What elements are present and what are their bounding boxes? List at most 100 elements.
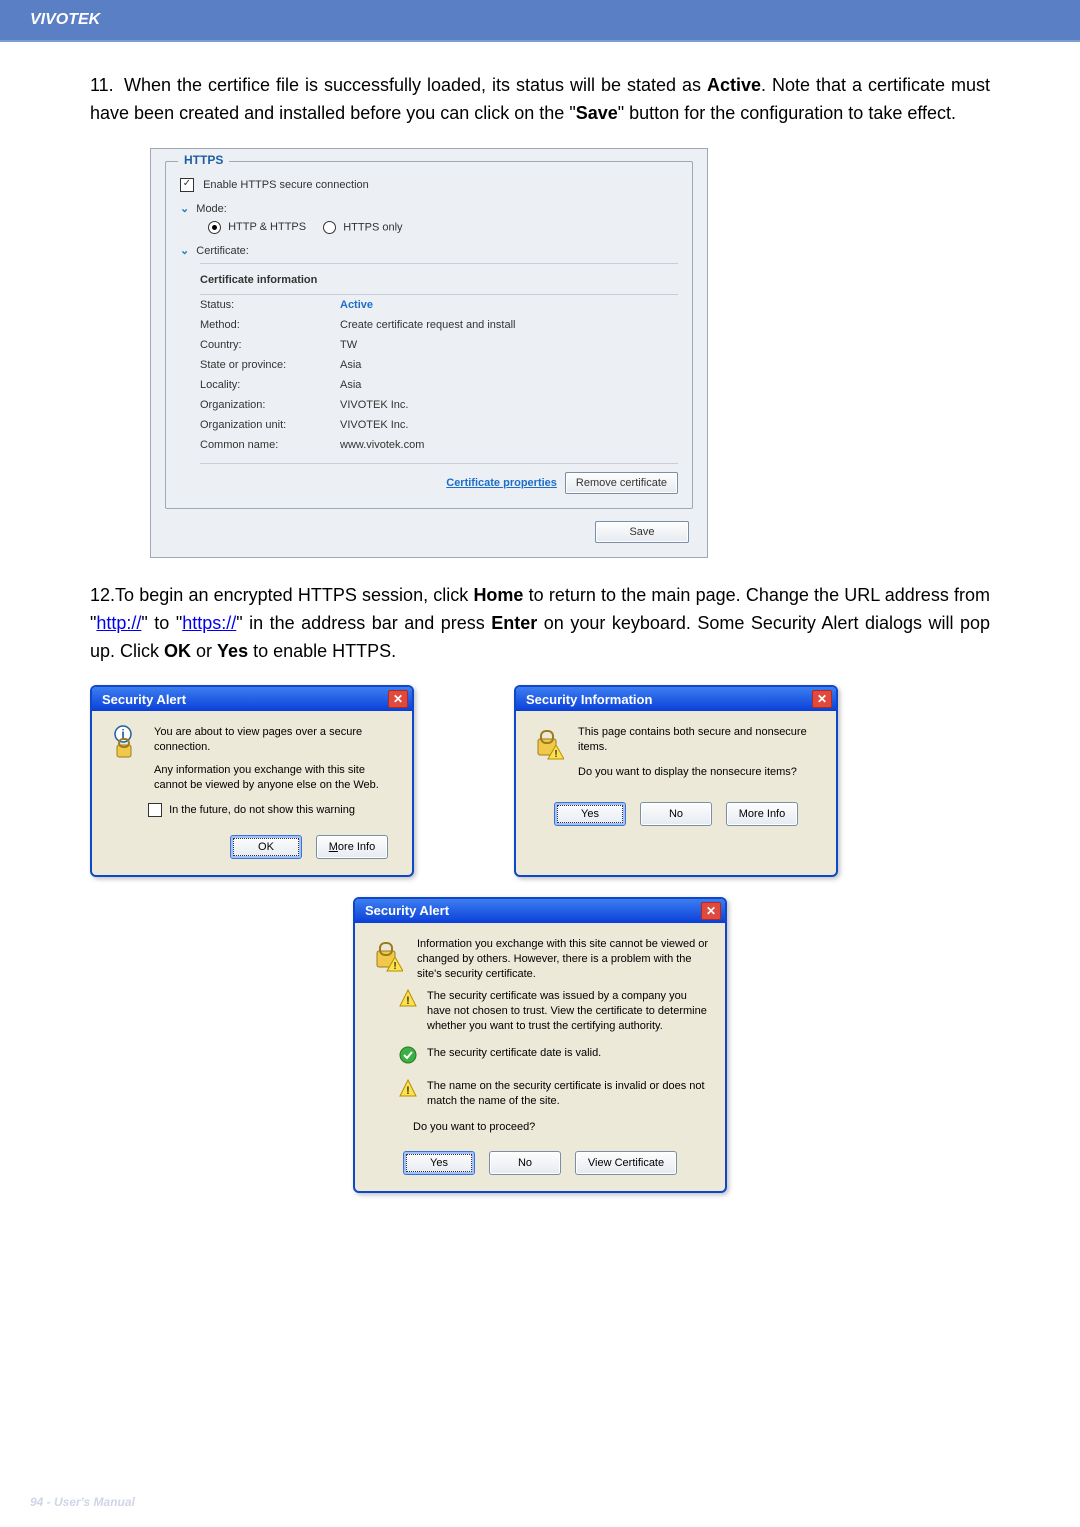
cert-info-row: Organization:VIVOTEK Inc. (200, 395, 678, 415)
more-info-button[interactable]: More Info (726, 802, 798, 826)
dialog-titlebar: Security Alert ✕ (92, 687, 412, 711)
certificate-label: Certificate: (196, 245, 249, 257)
svg-text:!: ! (406, 995, 410, 1007)
lock-warning-icon: ! (532, 725, 566, 780)
check-ok-icon (399, 1046, 417, 1067)
dialog-titlebar: Security Information ✕ (516, 687, 836, 711)
cert-issue-row: ! The security certificate was issued by… (399, 989, 709, 1034)
no-button[interactable]: No (640, 802, 712, 826)
cert-row-value: Asia (340, 379, 678, 391)
enable-label: Enable HTTPS secure connection (203, 179, 369, 191)
dialog-title: Security Alert (365, 903, 449, 918)
mode-opt1-label: HTTP & HTTPS (228, 221, 306, 233)
step-12-text: 12.To begin an encrypted HTTPS session, … (90, 582, 990, 666)
brand-text: VIVOTEK (30, 11, 100, 29)
page-content: 11.When the certifice file is successful… (0, 42, 1080, 1223)
cert-row-label: Locality: (200, 379, 340, 391)
remove-certificate-button[interactable]: Remove certificate (565, 472, 678, 494)
dialog-buttons: Yes No View Certificate (371, 1143, 709, 1177)
dont-show-checkbox[interactable] (148, 803, 162, 817)
cert-actions-row: Certificate properties Remove certificat… (200, 463, 678, 494)
cert-info-row: Method:Create certificate request and in… (200, 315, 678, 335)
cert-row-value: VIVOTEK Inc. (340, 399, 678, 411)
page-footer: 94 - User's Manual (30, 1495, 135, 1509)
cert-info-row: Common name:www.vivotek.com (200, 435, 678, 455)
cert-row-label: State or province: (200, 359, 340, 371)
dialog-checkbox-row: In the future, do not show this warning (148, 803, 396, 817)
security-alert-dialog-2: Security Alert ✕ ! Information you excha… (353, 897, 727, 1193)
cert-row-label: Common name: (200, 439, 340, 451)
cert-row-label: Status: (200, 299, 340, 311)
ok-button[interactable]: OK (230, 835, 302, 859)
cert-info-row: State or province:Asia (200, 355, 678, 375)
step-number: 12. (90, 585, 115, 605)
warning-icon: ! (399, 989, 417, 1034)
https-panel-screenshot: HTTPS ✓ Enable HTTPS secure connection ⌄… (150, 148, 708, 558)
yes-button[interactable]: Yes (554, 802, 626, 826)
close-icon[interactable]: ✕ (388, 690, 408, 708)
dialog-title: Security Alert (102, 692, 186, 707)
security-information-dialog: Security Information ✕ ! This page conta… (514, 685, 838, 876)
dialog-titlebar: Security Alert ✕ (355, 899, 725, 923)
step-11-text: 11.When the certifice file is successful… (90, 72, 990, 128)
proceed-text: Do you want to proceed? (413, 1121, 709, 1133)
cert-row-value: Create certificate request and install (340, 319, 678, 331)
brand-header: VIVOTEK (0, 0, 1080, 40)
mode-options: HTTP & HTTPS HTTPS only (208, 221, 678, 234)
https-fieldset: HTTPS ✓ Enable HTTPS secure connection ⌄… (165, 161, 693, 509)
dialog-buttons: Yes No More Info (532, 794, 820, 828)
radio-https-only[interactable] (323, 221, 336, 234)
https-legend: HTTPS (178, 153, 229, 167)
cert-row-value: Asia (340, 359, 678, 371)
enable-checkbox[interactable]: ✓ (180, 178, 194, 192)
cert-row-label: Organization: (200, 399, 340, 411)
cert-row-value: www.vivotek.com (340, 439, 678, 451)
cert-row-label: Method: (200, 319, 340, 331)
more-info-button[interactable]: More Info (316, 835, 388, 859)
dialog-body-text: You are about to view pages over a secur… (154, 725, 396, 792)
certificate-info-table: Certificate information Status:ActiveMet… (200, 263, 678, 494)
security-alert-dialog-1: Security Alert ✕ i You are about to view… (90, 685, 414, 876)
warning-icon: ! (399, 1079, 417, 1109)
save-button[interactable]: Save (595, 521, 689, 543)
cert-info-row: Locality:Asia (200, 375, 678, 395)
cert-info-row: Status:Active (200, 295, 678, 315)
view-certificate-button[interactable]: View Certificate (575, 1151, 677, 1175)
certificate-row: ⌄ Certificate: (180, 244, 678, 257)
dialog-intro-text: Information you exchange with this site … (417, 937, 709, 982)
cert-info-row: Country:TW (200, 335, 678, 355)
chevron-down-icon[interactable]: ⌄ (180, 203, 189, 215)
dialog-buttons: OK More Info (108, 827, 396, 861)
close-icon[interactable]: ✕ (812, 690, 832, 708)
enable-row: ✓ Enable HTTPS secure connection (180, 178, 678, 192)
svg-text:!: ! (406, 1085, 410, 1097)
dialog-body-text: This page contains both secure and nonse… (578, 725, 820, 780)
svg-text:!: ! (393, 961, 396, 972)
mode-row: ⌄ Mode: (180, 202, 678, 215)
dialog-title: Security Information (526, 692, 652, 707)
no-button[interactable]: No (489, 1151, 561, 1175)
chevron-down-icon[interactable]: ⌄ (180, 245, 189, 257)
radio-http-https[interactable] (208, 221, 221, 234)
cert-info-header: Certificate information (200, 263, 678, 295)
dialog-row: Security Alert ✕ i You are about to view… (90, 685, 990, 876)
yes-button[interactable]: Yes (403, 1151, 475, 1175)
cert-row-label: Country: (200, 339, 340, 351)
cert-info-row: Organization unit:VIVOTEK Inc. (200, 415, 678, 435)
cert-name-row: ! The name on the security certificate i… (399, 1079, 709, 1109)
manual-page: VIVOTEK 11.When the certifice file is su… (0, 0, 1080, 1527)
step-number: 11. (90, 72, 124, 100)
svg-text:!: ! (554, 749, 557, 760)
save-row: Save (165, 509, 693, 543)
certificate-properties-link[interactable]: Certificate properties (446, 477, 557, 489)
cert-row-label: Organization unit: (200, 419, 340, 431)
lock-warning-icon: ! (371, 937, 405, 982)
lock-info-icon: i (108, 725, 142, 792)
cert-row-value: TW (340, 339, 678, 351)
mode-label: Mode: (196, 203, 227, 215)
cert-valid-row: The security certificate date is valid. (399, 1046, 709, 1067)
close-icon[interactable]: ✕ (701, 902, 721, 920)
cert-row-value: VIVOTEK Inc. (340, 419, 678, 431)
cert-row-value: Active (340, 299, 678, 311)
mode-opt2-label: HTTPS only (343, 221, 402, 233)
